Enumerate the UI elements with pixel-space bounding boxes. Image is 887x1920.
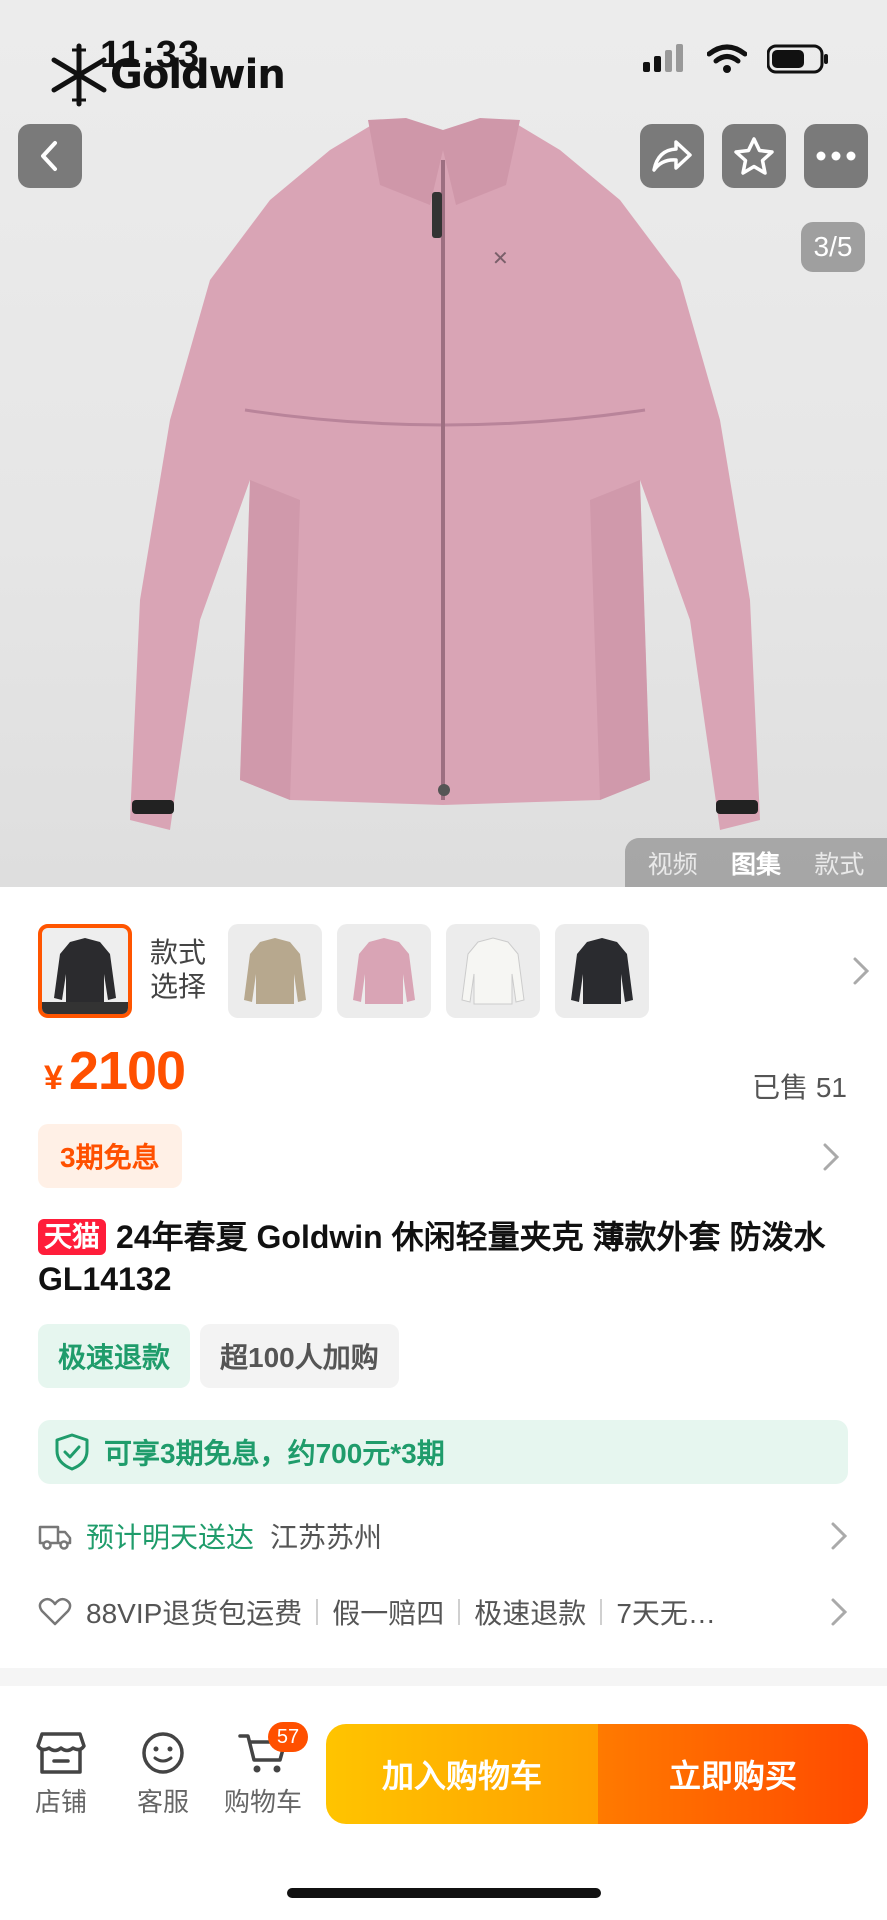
installment-promise[interactable]: 可享3期免息，约700元*3期 [38,1420,848,1484]
services-row[interactable]: 88VIP退货包运费 假一赔四 极速退款 7天无… [38,1582,848,1642]
divider [600,1599,603,1625]
tmall-badge: 天猫 [38,1219,107,1255]
add-to-cart-button[interactable]: 加入购物车 [326,1724,598,1824]
divider [316,1599,319,1625]
wifi-icon [707,44,747,73]
customer-service-icon [142,1732,184,1774]
more-dots-icon [816,151,856,161]
variant-thumb[interactable] [337,924,431,1018]
home-indicator [287,1888,601,1898]
service-item: 假一赔四 [332,1598,445,1629]
installment-badge[interactable]: 3期免息 [38,1124,182,1188]
tab-style[interactable]: 款式 [814,845,864,881]
section-divider [0,1668,887,1686]
tag-cart-count: 超100人加购 [200,1324,399,1388]
back-button[interactable] [18,124,82,188]
variant-jacket-image [42,938,128,1014]
gallery-page-indicator: 3/5 [801,222,865,272]
product-title-text: 24年春夏 Goldwin 休闲轻量夹克 薄款外套 防泼水 GL14132 [38,1219,826,1297]
variant-jacket-image [461,937,525,1005]
variant-thumb[interactable] [555,924,649,1018]
service-item: 88VIP退货包运费 [86,1598,303,1629]
bottom-action-bar: 店铺 客服 57 购物车 加入购物车 立即购买 [0,1700,887,1920]
customer-service-button[interactable]: 客服 [118,1730,208,1819]
service-item: 极速退款 [474,1598,587,1629]
product-gallery[interactable]: ✕ Goldwin 11:33 3/5 视频 图集 款式 [0,0,887,887]
star-icon [734,137,774,175]
price-amount: 2100 [68,1041,186,1101]
promise-text: 可享3期免息，约700元*3期 [104,1438,445,1469]
variant-thumb-selected[interactable] [38,924,132,1018]
chevron-right-icon[interactable] [822,1142,840,1172]
product-tags: 极速退款 超100人加购 [38,1324,399,1388]
variant-jacket-image [571,938,633,1004]
battery-icon [767,44,828,74]
tab-gallery[interactable]: 图集 [731,845,781,881]
more-button[interactable] [804,124,868,188]
system-icons [643,44,829,74]
chevron-left-icon [41,141,57,171]
delivery-row[interactable]: 预计明天送达 江苏苏州 [38,1506,848,1566]
share-button[interactable] [640,124,704,188]
variant-thumb[interactable] [228,924,322,1018]
share-icon [652,140,692,172]
tab-video[interactable]: 视频 [648,845,698,881]
customer-service-label: 客服 [136,1787,189,1817]
chevron-right-icon [831,1598,848,1626]
tag-fast-refund: 极速退款 [38,1324,191,1388]
shop-button[interactable]: 店铺 [16,1730,106,1819]
cart-count-badge: 57 [268,1722,308,1752]
delivery-location: 江苏苏州 [270,1522,383,1553]
variant-jacket-image [244,938,306,1004]
price: ¥ 2100 [44,1040,186,1102]
service-item: 7天无… [616,1598,716,1629]
variant-jacket-image [353,938,415,1004]
buy-now-button[interactable]: 立即购买 [598,1724,868,1824]
chevron-right-icon [831,1522,848,1550]
shield-check-icon [55,1433,89,1471]
svg-text:✕: ✕ [492,246,509,270]
chevron-right-icon[interactable] [852,956,870,986]
price-currency: ¥ [44,1059,63,1097]
cart-button[interactable]: 57 购物车 [218,1722,308,1819]
divider [458,1599,461,1625]
variant-thumb[interactable] [446,924,540,1018]
cart-label: 购物车 [223,1787,302,1817]
sold-count: 已售 51 [752,1072,847,1103]
variant-selector: 款式 选择 [0,924,887,1020]
shop-icon [36,1732,86,1774]
product-title: 天猫 24年春夏 Goldwin 休闲轻量夹克 薄款外套 防泼水 GL14132 [38,1216,858,1300]
cellular-signal-icon [643,44,683,72]
delivery-eta: 预计明天送达 [86,1522,255,1553]
truck-icon [38,1525,72,1550]
media-tabs: 视频 图集 款式 [625,838,887,887]
shop-label: 店铺 [34,1787,87,1817]
heart-icon [38,1597,72,1626]
status-bar: Goldwin 11:33 [0,0,887,110]
status-time: 11:33 [100,34,201,76]
favorite-button[interactable] [722,124,786,188]
variant-label: 款式 选择 [150,937,207,1002]
